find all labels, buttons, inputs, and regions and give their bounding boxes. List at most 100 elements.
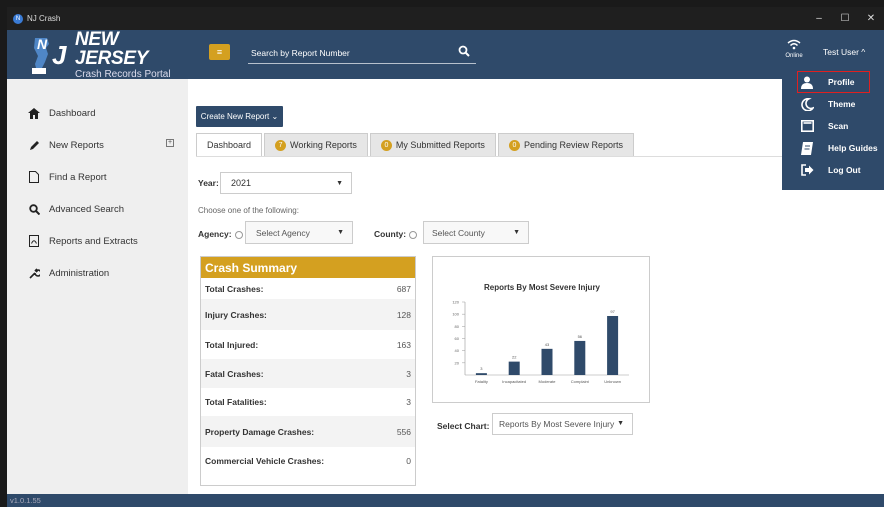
summary-row-value: 3 (406, 397, 411, 407)
sidebar-item-label: Administration (49, 267, 110, 279)
tab-divider (196, 156, 884, 157)
menu-item-profile[interactable]: Profile (797, 71, 870, 93)
sidebar-item-advanced-search[interactable]: Advanced Search (7, 193, 188, 225)
home-icon (27, 106, 41, 120)
close-button[interactable]: ✕ (858, 7, 884, 30)
sidebar-item-label: Reports and Extracts (49, 235, 138, 247)
user-dropdown-menu: Profile Theme Scan Help Guides Log Out (782, 69, 884, 190)
chevron-down-icon: ▼ (337, 229, 344, 236)
data-label: 97 (610, 309, 615, 314)
sidebar-item-reports-extracts[interactable]: Reports and Extracts (7, 225, 188, 257)
summary-row-label: Fatal Crashes: (205, 368, 264, 379)
summary-row: Total Fatalities: 3 (201, 388, 415, 416)
count-badge: 0 (508, 139, 520, 151)
agency-select[interactable]: Select Agency ▼ (245, 221, 353, 244)
expand-icon[interactable]: + (166, 139, 174, 147)
tab-label: My Submitted Reports (395, 140, 485, 150)
summary-row: Injury Crashes: 128 (201, 299, 415, 330)
summary-row: Total Injured: 163 (201, 330, 415, 359)
menu-item-label: Theme (828, 99, 856, 109)
sidebar-item-new-reports[interactable]: New Reports + (7, 129, 188, 161)
tab-working-reports[interactable]: 7 Working Reports (264, 133, 368, 156)
y-tick-label: 100 (452, 312, 459, 317)
window-titlebar: N NJ Crash – ☐ ✕ (7, 7, 884, 30)
agency-label: Agency: (198, 229, 243, 239)
menu-item-scan[interactable]: Scan (782, 115, 884, 137)
wifi-icon (787, 39, 801, 50)
version-label: v1.0.1.55 (10, 496, 41, 505)
y-tick-label: 120 (452, 300, 459, 305)
user-menu-button[interactable]: Test User ^ (823, 47, 865, 57)
minimize-button[interactable]: – (806, 7, 832, 30)
tab-pending-review-reports[interactable]: 0 Pending Review Reports (497, 133, 634, 156)
sidebar-item-administration[interactable]: Administration (7, 257, 188, 289)
county-label: County: (374, 229, 418, 239)
summary-row-value: 128 (396, 309, 411, 320)
y-tick-label: 40 (455, 348, 460, 353)
sidebar-item-find-report[interactable]: Find a Report (7, 161, 188, 193)
tab-bar: Dashboard 7 Working Reports 0 My Submitt… (196, 133, 636, 156)
summary-row-value: 163 (396, 339, 411, 350)
county-radio[interactable] (409, 230, 418, 239)
logo-title: NEW JERSEY (75, 28, 149, 69)
tab-label: Working Reports (290, 140, 357, 150)
bar-complaint (574, 340, 586, 375)
sidebar-item-dashboard[interactable]: Dashboard (7, 97, 188, 129)
menu-toggle-button[interactable]: ≡ (209, 44, 230, 60)
x-tick-label: Fatality (475, 379, 488, 384)
search-input[interactable]: Search by Report Number (248, 40, 476, 64)
chart-type-select[interactable]: Reports By Most Severe Injury ▼ (492, 413, 633, 435)
maximize-button[interactable]: ☐ (832, 7, 858, 30)
app-window: J N NEW JERSEY Crash Records Portal Dash… (7, 30, 884, 494)
summary-row-label: Total Crashes: (205, 283, 264, 294)
wrench-icon (27, 266, 41, 280)
y-tick-label: 60 (455, 336, 460, 341)
menu-item-label: Help Guides (828, 143, 878, 153)
x-tick-label: Unknown (604, 379, 621, 384)
search-placeholder: Search by Report Number (251, 48, 350, 58)
book-icon (800, 141, 814, 155)
pencil-icon (27, 138, 41, 152)
summary-row-label: Property Damage Crashes: (205, 426, 315, 437)
status-label: Online (785, 53, 803, 59)
tab-my-submitted-reports[interactable]: 0 My Submitted Reports (369, 133, 496, 156)
x-tick-label: Moderate (539, 379, 557, 384)
agency-radio[interactable] (234, 230, 243, 239)
search-icon[interactable] (458, 45, 470, 57)
logo-subtitle: Crash Records Portal (75, 68, 171, 80)
summary-row-value: 687 (396, 283, 411, 294)
bar-fatality (475, 373, 487, 375)
tab-dashboard[interactable]: Dashboard (196, 133, 263, 156)
moon-icon (800, 97, 814, 111)
sidebar-item-label: Dashboard (49, 107, 96, 119)
bar-unknown (607, 315, 619, 375)
menu-item-theme[interactable]: Theme (782, 93, 884, 115)
sidebar-item-label: Find a Report (49, 171, 107, 183)
tab-label: Pending Review Reports (523, 140, 623, 150)
topbar: ≡ Search by Report Number Online Test Us… (188, 30, 884, 79)
x-tick-label: Incapacitated (502, 379, 526, 384)
crash-summary-panel: Crash Summary Total Crashes: 687 Injury Cr… (200, 256, 416, 486)
logout-icon (800, 163, 814, 177)
chevron-down-icon: ▼ (513, 229, 520, 236)
menu-item-label: Scan (828, 121, 849, 131)
summary-row-value: 0 (406, 456, 411, 466)
summary-row: Property Damage Crashes: 556 (201, 416, 415, 447)
person-icon (800, 75, 814, 89)
data-label: 43 (545, 342, 550, 347)
menu-item-label: Log Out (828, 165, 861, 175)
summary-row: Total Crashes: 687 (201, 278, 415, 299)
logo[interactable]: J N NEW JERSEY Crash Records Portal (7, 30, 188, 79)
chart-type-value: Reports By Most Severe Injury (499, 419, 615, 429)
summary-row: Fatal Crashes: 3 (201, 359, 415, 388)
severity-chart: Reports By Most Severe Injury 20 40 60 80 100… (432, 256, 650, 403)
tab-label: Dashboard (207, 140, 252, 150)
year-select[interactable]: 2021 ▼ (220, 172, 352, 194)
sidebar-item-label: Advanced Search (49, 203, 124, 215)
search-icon (27, 202, 41, 216)
connection-status: Online (783, 39, 805, 59)
menu-item-help-guides[interactable]: Help Guides (782, 137, 884, 159)
menu-item-log-out[interactable]: Log Out (782, 159, 884, 181)
create-new-report-button[interactable]: Create New Report ⌄ (196, 106, 283, 127)
county-select[interactable]: Select County ▼ (423, 221, 529, 244)
